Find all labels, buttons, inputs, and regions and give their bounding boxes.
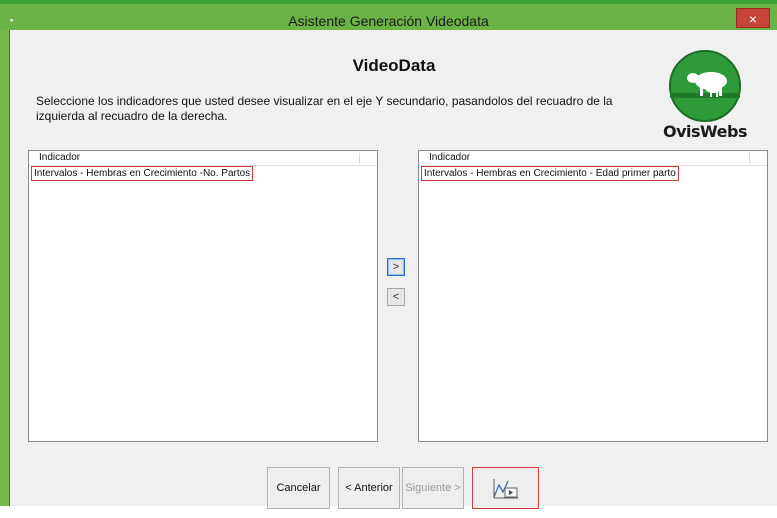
sheep-logo-icon — [669, 50, 741, 122]
window-title: Asistente Generación Videodata — [288, 13, 489, 29]
list-item[interactable]: Intervalos - Hembras en Crecimiento -No.… — [31, 166, 254, 181]
logo-text: OvisWebs — [663, 122, 747, 141]
column-divider — [749, 153, 750, 163]
close-button[interactable]: × — [736, 8, 770, 28]
selected-indicators-list[interactable]: Indicador Intervalos - Hembras en Crecim… — [418, 150, 768, 442]
generate-video-button[interactable] — [472, 467, 539, 509]
column-header[interactable]: Indicador — [419, 151, 767, 166]
column-divider — [359, 153, 360, 163]
cancel-button[interactable]: Cancelar — [267, 467, 330, 509]
title-bar[interactable]: ▪ Asistente Generación Videodata × — [0, 4, 777, 30]
available-indicators-list[interactable]: Indicador Intervalos - Hembras en Crecim… — [28, 150, 378, 442]
move-left-button[interactable]: < — [387, 288, 405, 306]
move-right-button[interactable]: > — [387, 258, 405, 276]
column-header[interactable]: Indicador — [29, 151, 377, 166]
wizard-content: VideoData Seleccione los indicadores que… — [9, 30, 777, 509]
list-item[interactable]: Intervalos - Hembras en Crecimiento - Ed… — [421, 166, 679, 181]
chart-play-icon — [492, 479, 518, 499]
column-header-label: Indicador — [39, 152, 81, 163]
oviswebs-logo: OvisWebs — [661, 48, 749, 141]
previous-button[interactable]: < Anterior — [338, 467, 400, 509]
instructions-text: Seleccione los indicadores que usted des… — [36, 94, 613, 123]
column-header-label: Indicador — [429, 152, 471, 163]
next-button[interactable]: Siguiente > — [402, 467, 464, 509]
